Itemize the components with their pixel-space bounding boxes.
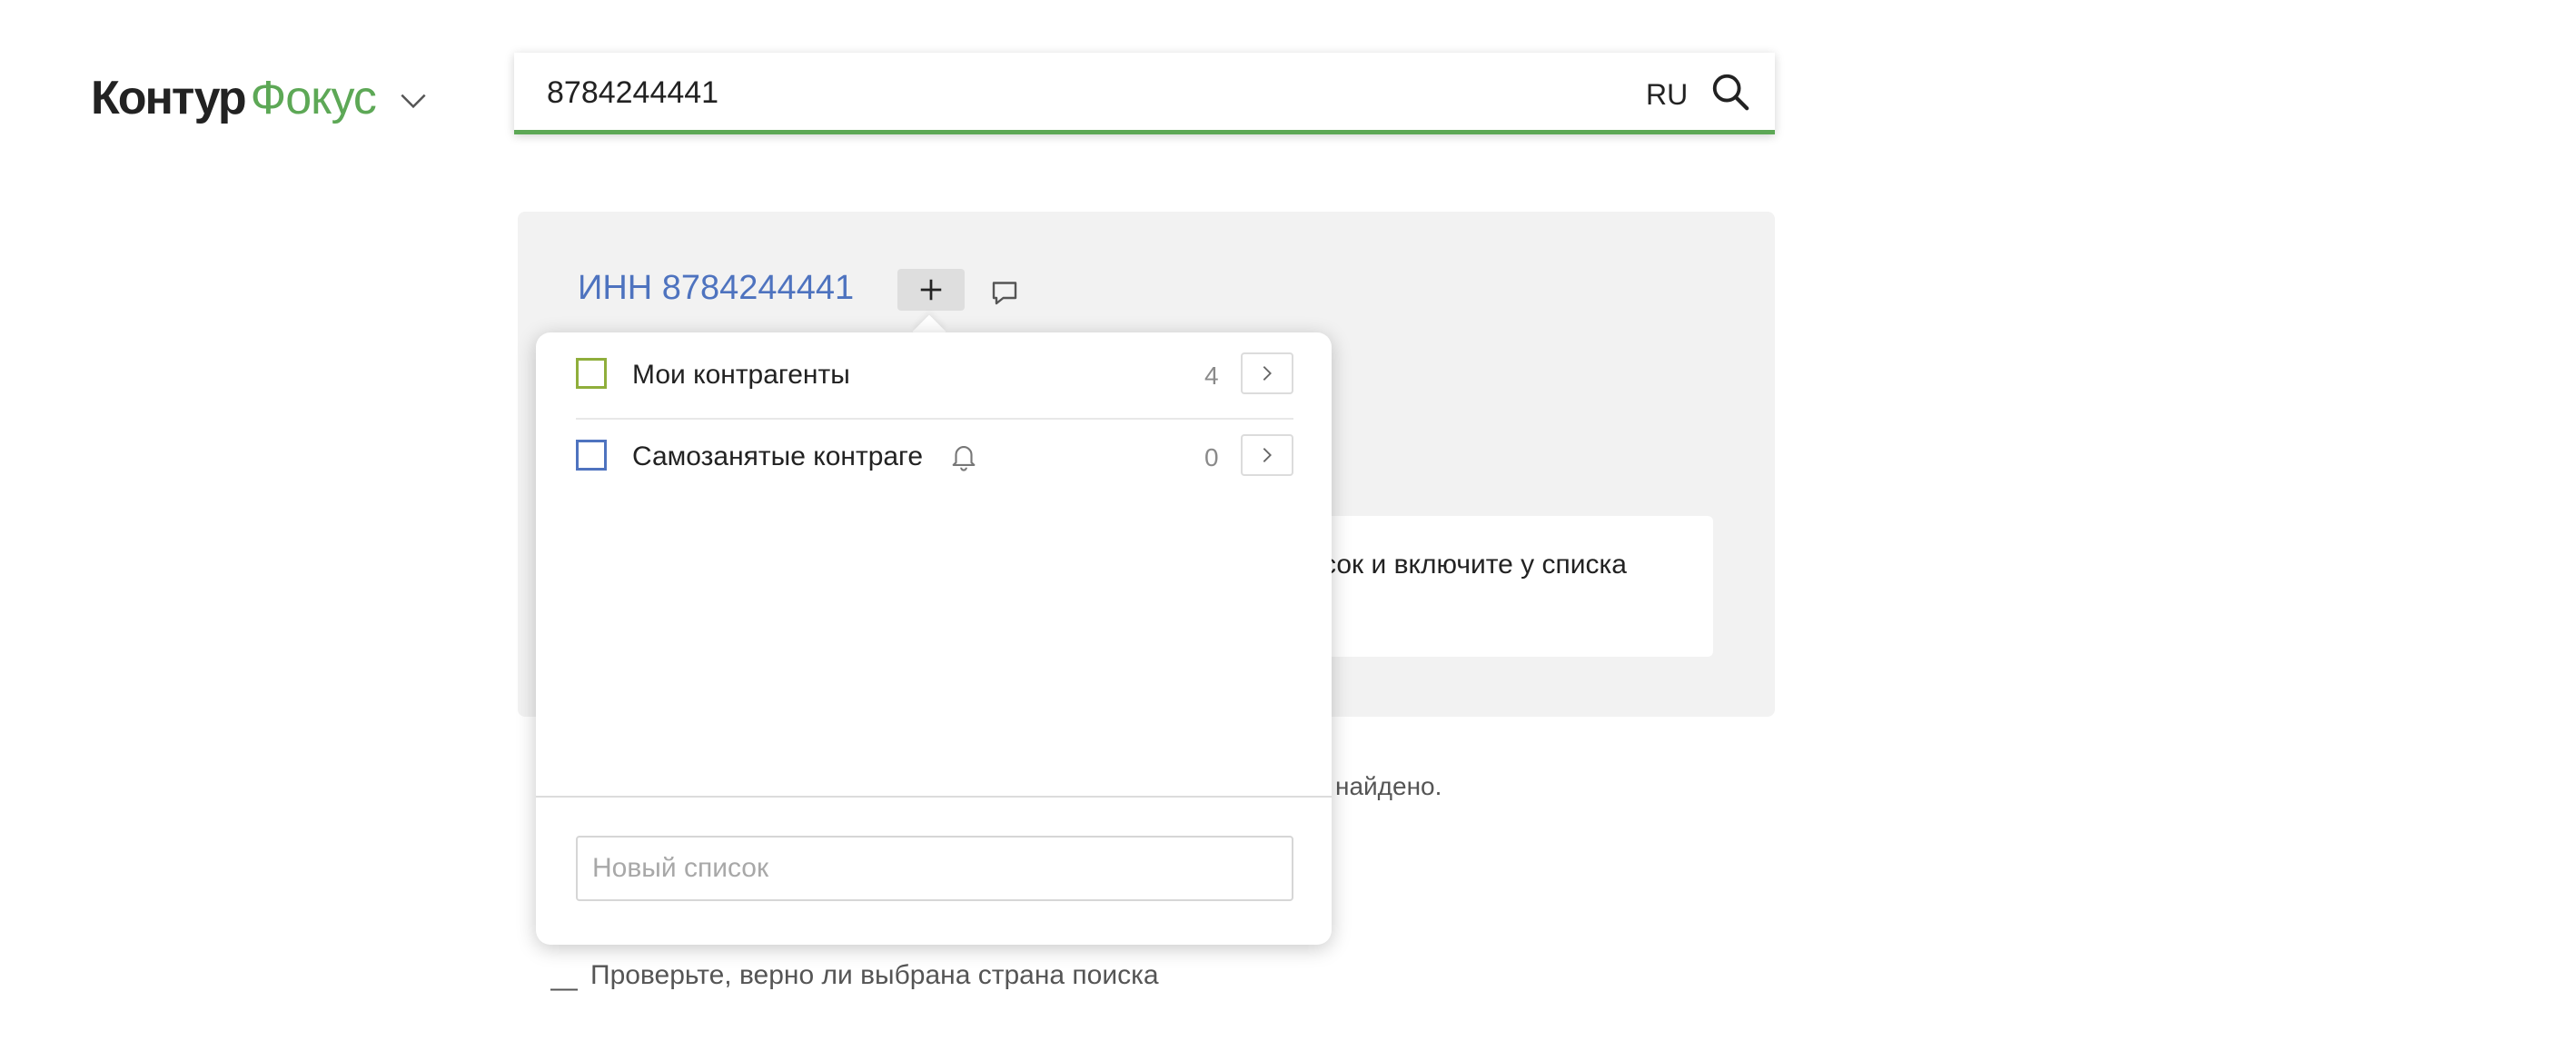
comment-icon[interactable] (988, 276, 1021, 309)
list-checkbox[interactable] (576, 358, 607, 389)
plus-icon (920, 279, 942, 301)
list-item-count: 4 (1204, 362, 1219, 390)
lists-popup: Мои контрагенты 4 Самозанятые контраге 0 (536, 332, 1332, 945)
inn-title-link[interactable]: ИНН 8784244441 (578, 269, 854, 308)
chevron-right-icon (1263, 366, 1272, 381)
bell-icon[interactable] (948, 440, 979, 472)
list-item-my-counterparties[interactable]: Мои контрагенты 4 (576, 336, 1293, 416)
list-checkbox[interactable] (576, 440, 607, 471)
list-item-self-employed[interactable]: Самозанятые контраге 0 (576, 418, 1293, 498)
search-tip: Проверьте, верно ли выбрана страна поиск… (590, 960, 1159, 990)
chevron-right-icon (1263, 448, 1272, 462)
search-language-selector[interactable]: RU (1646, 78, 1688, 112)
open-list-button[interactable] (1241, 434, 1293, 476)
popup-divider (536, 796, 1332, 798)
search-icon[interactable] (1709, 71, 1751, 113)
list-item-label: Самозанятые контраге (632, 441, 924, 471)
logo-kontur: Контур (91, 72, 247, 124)
logo[interactable]: Контур Фокус (91, 69, 431, 127)
tip-dash: — (550, 973, 578, 1003)
new-list-input[interactable] (576, 836, 1293, 901)
open-list-button[interactable] (1241, 352, 1293, 394)
not-found-text: найдено. (1335, 772, 1442, 800)
hint-box (1299, 516, 1713, 657)
logo-fokus: Фокус (250, 72, 377, 124)
add-to-list-button[interactable] (897, 269, 965, 311)
list-item-label: Мои контрагенты (632, 360, 850, 390)
search-bar: RU (514, 53, 1775, 134)
chevron-down-icon[interactable] (396, 84, 431, 118)
list-item-count: 0 (1204, 443, 1219, 471)
search-input[interactable] (547, 73, 1546, 113)
hint-text: сок и включите у списка (1323, 550, 1627, 580)
